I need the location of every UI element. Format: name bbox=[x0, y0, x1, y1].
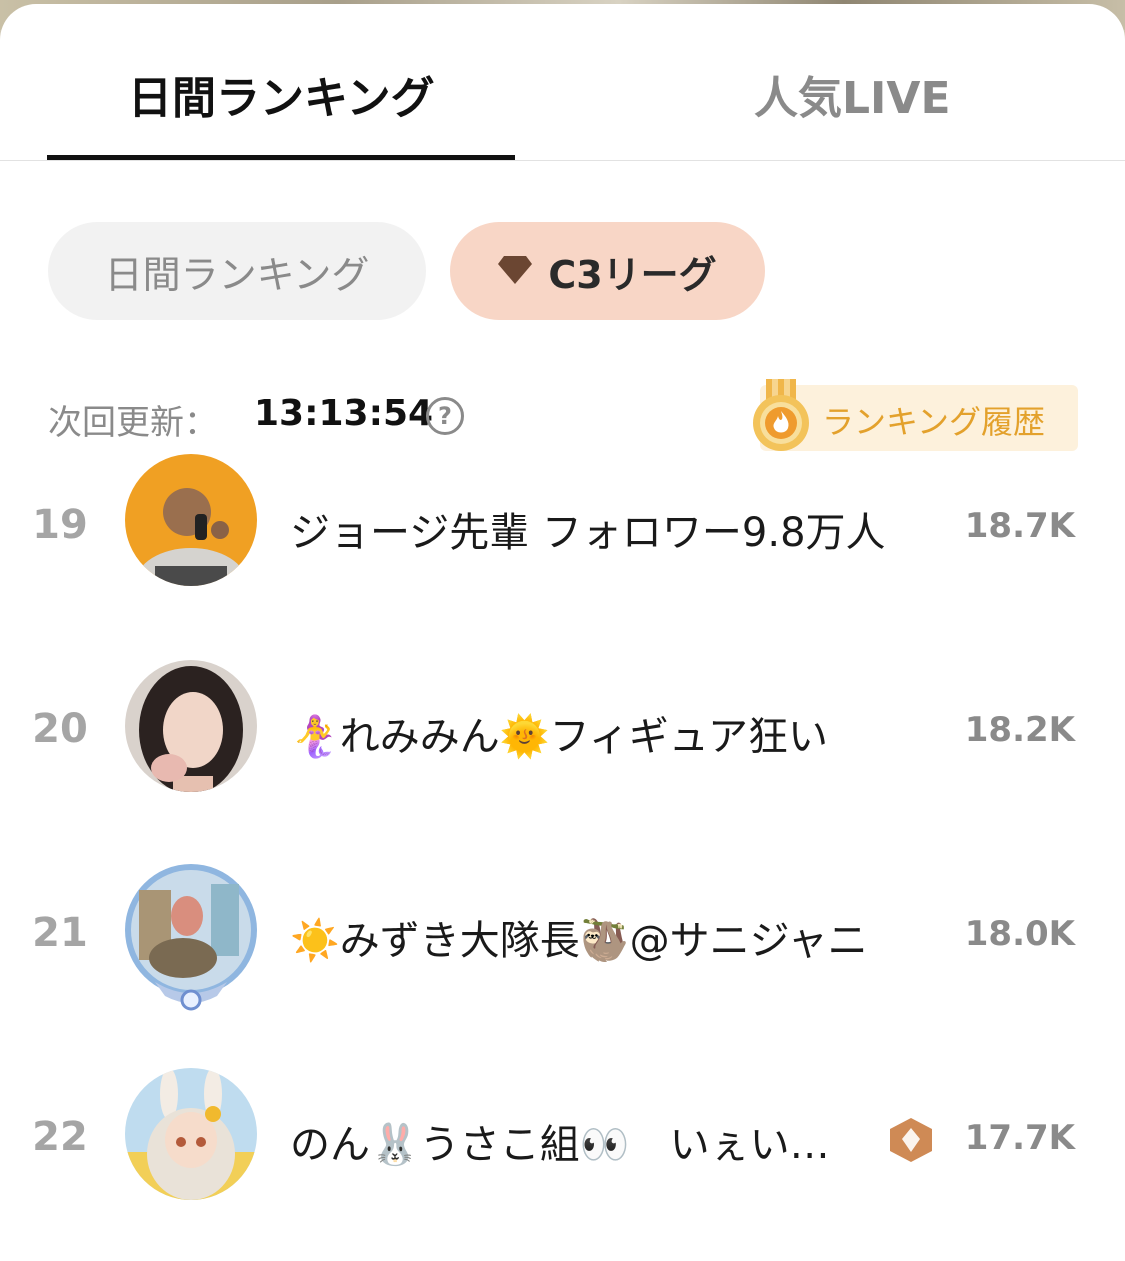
rank-number: 19 bbox=[32, 502, 88, 548]
ranking-history-button[interactable]: ランキング履歴 bbox=[753, 379, 1078, 451]
chip-c3-league[interactable]: C3リーグ bbox=[450, 222, 765, 320]
next-update-label: 次回更新： bbox=[48, 403, 218, 443]
score: 18.2K bbox=[964, 710, 1075, 750]
rank-number: 21 bbox=[32, 910, 88, 956]
ranking-row[interactable]: 21 ☀️みずき大隊長🦥@サニジャニ 18.0K bbox=[0, 864, 1125, 1060]
avatar[interactable] bbox=[125, 1068, 257, 1200]
streamer-name: のん🐰うさこ組👀 いぇい… bbox=[290, 1122, 830, 1168]
score: 18.7K bbox=[964, 506, 1075, 546]
streamer-name: ☀️みずき大隊長🦥@サニジャニ bbox=[290, 918, 868, 964]
rank-number: 20 bbox=[32, 706, 88, 752]
gem-icon bbox=[498, 249, 533, 293]
tab-popular-live[interactable]: 人気LIVE bbox=[754, 62, 951, 126]
tab-divider bbox=[0, 160, 1125, 161]
rank-number: 22 bbox=[32, 1114, 88, 1160]
avatar[interactable] bbox=[125, 454, 257, 586]
score: 18.0K bbox=[964, 914, 1075, 954]
chip-daily-label: 日間ランキング bbox=[104, 252, 370, 297]
avatar[interactable] bbox=[125, 660, 257, 792]
streamer-name: 🧜‍♀️れみみん🌞フィギュア狂い bbox=[290, 714, 829, 760]
ranking-row[interactable]: 20 🧜‍♀️れみみん🌞フィギュア狂い 18.2K bbox=[0, 660, 1125, 856]
next-update-countdown: 13:13:54 bbox=[254, 393, 434, 434]
avatar[interactable] bbox=[125, 864, 257, 1011]
ranking-sheet: 日間ランキング 人気LIVE 日間ランキング C3リーグ 次回更新： 13:13… bbox=[0, 4, 1125, 1261]
ranking-row[interactable]: 19 ジョージ先輩 フォロワー9.8万人 18.7K bbox=[0, 454, 1125, 652]
ranking-history-label: ランキング履歴 bbox=[822, 403, 1046, 441]
medal-icon bbox=[748, 379, 814, 457]
score: 17.7K bbox=[964, 1118, 1075, 1158]
league-badge-icon bbox=[890, 1118, 932, 1166]
tab-daily-ranking[interactable]: 日間ランキング bbox=[128, 62, 435, 126]
ranking-row[interactable]: 22 のん🐰うさこ組👀 いぇい… 17.7K bbox=[0, 1068, 1125, 1261]
chip-daily-ranking[interactable]: 日間ランキング bbox=[48, 222, 426, 320]
help-icon[interactable]: ? bbox=[426, 397, 464, 435]
streamer-name: ジョージ先輩 フォロワー9.8万人 bbox=[290, 510, 886, 556]
chip-c3-label: C3リーグ bbox=[548, 252, 717, 297]
